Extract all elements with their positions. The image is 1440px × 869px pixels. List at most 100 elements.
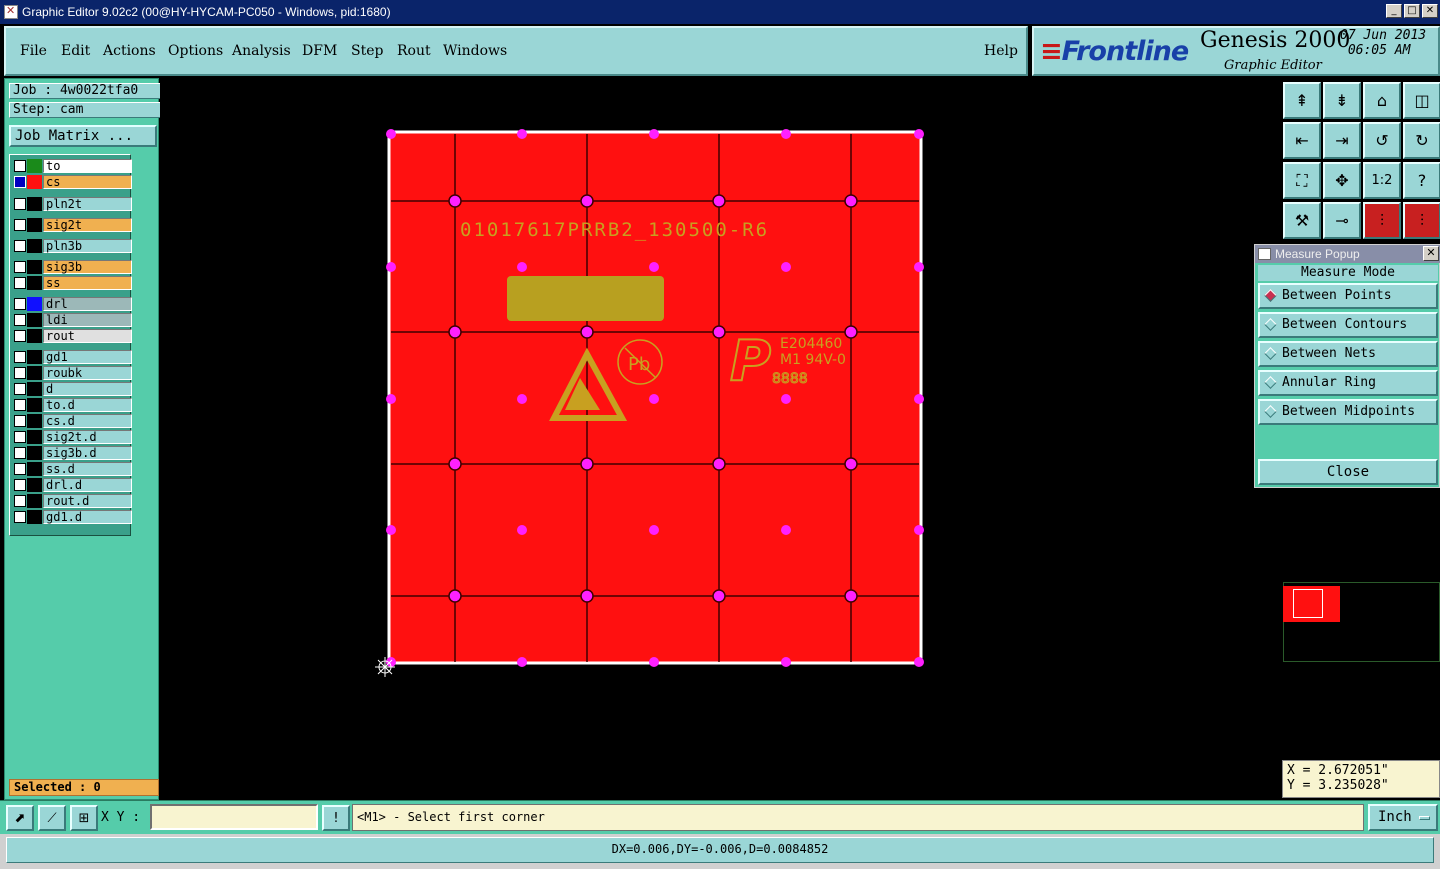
layer-checkbox[interactable] (14, 239, 26, 252)
layer-row-d[interactable]: d (14, 381, 132, 396)
menu-windows[interactable]: Windows (443, 43, 507, 59)
layer-row-rout[interactable]: rout (14, 328, 132, 343)
menu-analysis[interactable]: Analysis (232, 43, 291, 59)
option-annular-ring[interactable]: Annular Ring (1258, 370, 1438, 396)
layer-name[interactable]: sig3b.d (43, 445, 132, 460)
layer-row-sig3b-d[interactable]: sig3b.d (14, 445, 132, 460)
layer-color-swatch[interactable] (27, 381, 42, 396)
layer-row-cs[interactable]: cs (14, 174, 132, 189)
layer-checkbox[interactable] (14, 175, 26, 188)
measure-icon[interactable]: ⟋ (38, 805, 66, 831)
layer-color-swatch[interactable] (27, 509, 42, 524)
layer-name[interactable]: ss (43, 275, 132, 290)
job-matrix-button[interactable]: Job Matrix ... (9, 125, 157, 147)
layer-row-ss-d[interactable]: ss.d (14, 461, 132, 476)
layer-row-to-d[interactable]: to.d (14, 397, 132, 412)
layer-checkbox[interactable] (14, 218, 26, 231)
layer-color-swatch[interactable] (27, 174, 42, 189)
redraw-icon[interactable]: ↻ (1403, 122, 1440, 159)
minimize-button[interactable]: _ (1386, 4, 1402, 18)
snap-icon[interactable]: ⬈ (6, 805, 34, 831)
layer-checkbox[interactable] (14, 276, 26, 289)
layer-color-swatch[interactable] (27, 429, 42, 444)
layer-color-swatch[interactable] (27, 493, 42, 508)
layer-checkbox[interactable] (14, 494, 26, 507)
zoom-fit-icon[interactable]: ✥ (1323, 162, 1361, 199)
layer-name[interactable]: rout.d (43, 493, 132, 508)
layer-row-drl[interactable]: drl (14, 296, 132, 311)
layer-color-swatch[interactable] (27, 275, 42, 290)
layer-checkbox[interactable] (14, 329, 26, 342)
layer-row-to[interactable]: to (14, 158, 132, 173)
layer-name[interactable]: sig3b (43, 259, 132, 274)
layer-checkbox[interactable] (14, 366, 26, 379)
layer-color-swatch[interactable] (27, 196, 42, 211)
option-between-points[interactable]: Between Points (1258, 283, 1438, 309)
option-between-contours[interactable]: Between Contours (1258, 312, 1438, 338)
title-bar[interactable]: Graphic Editor 9.02c2 (00@HY-HYCAM-PC050… (0, 0, 1440, 24)
menu-file[interactable]: File (20, 43, 47, 59)
layer-row-roubk[interactable]: roubk (14, 365, 132, 380)
layer-color-swatch[interactable] (27, 259, 42, 274)
layer-row-sig3b[interactable]: sig3b (14, 259, 132, 274)
help-icon[interactable]: ? (1403, 162, 1440, 199)
menu-rout[interactable]: Rout (397, 43, 431, 59)
layer-color-swatch[interactable] (27, 349, 42, 364)
close-window-button[interactable]: ✕ (1422, 4, 1438, 18)
measure-close-button[interactable]: Close (1258, 459, 1438, 485)
layer-name[interactable]: to.d (43, 397, 132, 412)
layer-name[interactable]: cs (43, 174, 132, 189)
layer-row-sig2t-d[interactable]: sig2t.d (14, 429, 132, 444)
layer-checkbox[interactable] (14, 478, 26, 491)
layer-row-sig2t[interactable]: sig2t (14, 217, 132, 232)
page-down-icon[interactable]: ⇟ (1323, 82, 1361, 119)
option-between-nets[interactable]: Between Nets (1258, 341, 1438, 367)
page-up-icon[interactable]: ⇞ (1283, 82, 1321, 119)
units-selector[interactable]: Inch (1368, 804, 1438, 831)
option-between-midpoints[interactable]: Between Midpoints (1258, 399, 1438, 425)
layer-checkbox[interactable] (14, 510, 26, 523)
layer-name[interactable]: pln3b (43, 238, 132, 253)
layer-color-swatch[interactable] (27, 238, 42, 253)
layer-color-swatch[interactable] (27, 312, 42, 327)
layer-checkbox[interactable] (14, 297, 26, 310)
layer-color-swatch[interactable] (27, 445, 42, 460)
menu-options[interactable]: Options (168, 43, 223, 59)
alert-icon[interactable]: ! (322, 805, 350, 831)
layer-checkbox[interactable] (14, 414, 26, 427)
layer-name[interactable]: d (43, 381, 132, 396)
layer-checkbox[interactable] (14, 398, 26, 411)
layer-name[interactable]: sig2t.d (43, 429, 132, 444)
layer-color-swatch[interactable] (27, 461, 42, 476)
mini-map-viewport[interactable] (1293, 589, 1323, 618)
layer-checkbox[interactable] (14, 382, 26, 395)
layer-checkbox[interactable] (14, 159, 26, 172)
layer-row-gd1-d[interactable]: gd1.d (14, 509, 132, 524)
layer-row-cs-d[interactable]: cs.d (14, 413, 132, 428)
menu-edit[interactable]: Edit (61, 43, 90, 59)
layer-name[interactable]: roubk (43, 365, 132, 380)
layer-color-swatch[interactable] (27, 413, 42, 428)
layer-color-swatch[interactable] (27, 158, 42, 173)
xy-input[interactable] (150, 804, 318, 830)
layer-name[interactable]: gd1.d (43, 509, 132, 524)
undo-view-icon[interactable]: ↺ (1363, 122, 1401, 159)
layer-name[interactable]: gd1 (43, 349, 132, 364)
layer-name[interactable]: ldi (43, 312, 132, 327)
layer-row-ldi[interactable]: ldi (14, 312, 132, 327)
layer-row-gd1[interactable]: gd1 (14, 349, 132, 364)
layer-checkbox[interactable] (14, 350, 26, 363)
layer-row-pln3b[interactable]: pln3b (14, 238, 132, 253)
close-popup-icon[interactable]: ✕ (1423, 246, 1439, 261)
layer-row-drl-d[interactable]: drl.d (14, 477, 132, 492)
graphics-canvas[interactable]: 01017617PRRB2_130500-R6 Pb P E204460 M1 … (160, 78, 1280, 800)
menu-actions[interactable]: Actions (103, 43, 156, 59)
layer-name[interactable]: pln2t (43, 196, 132, 211)
layer-checkbox[interactable] (14, 197, 26, 210)
pan-right-icon[interactable]: ⇥ (1323, 122, 1361, 159)
layer-checkbox[interactable] (14, 313, 26, 326)
split-view-icon[interactable]: ◫ (1403, 82, 1440, 119)
grid-icon[interactable]: ⊞ (70, 805, 98, 831)
layer-name[interactable]: ss.d (43, 461, 132, 476)
maximize-button[interactable]: □ (1404, 4, 1420, 18)
